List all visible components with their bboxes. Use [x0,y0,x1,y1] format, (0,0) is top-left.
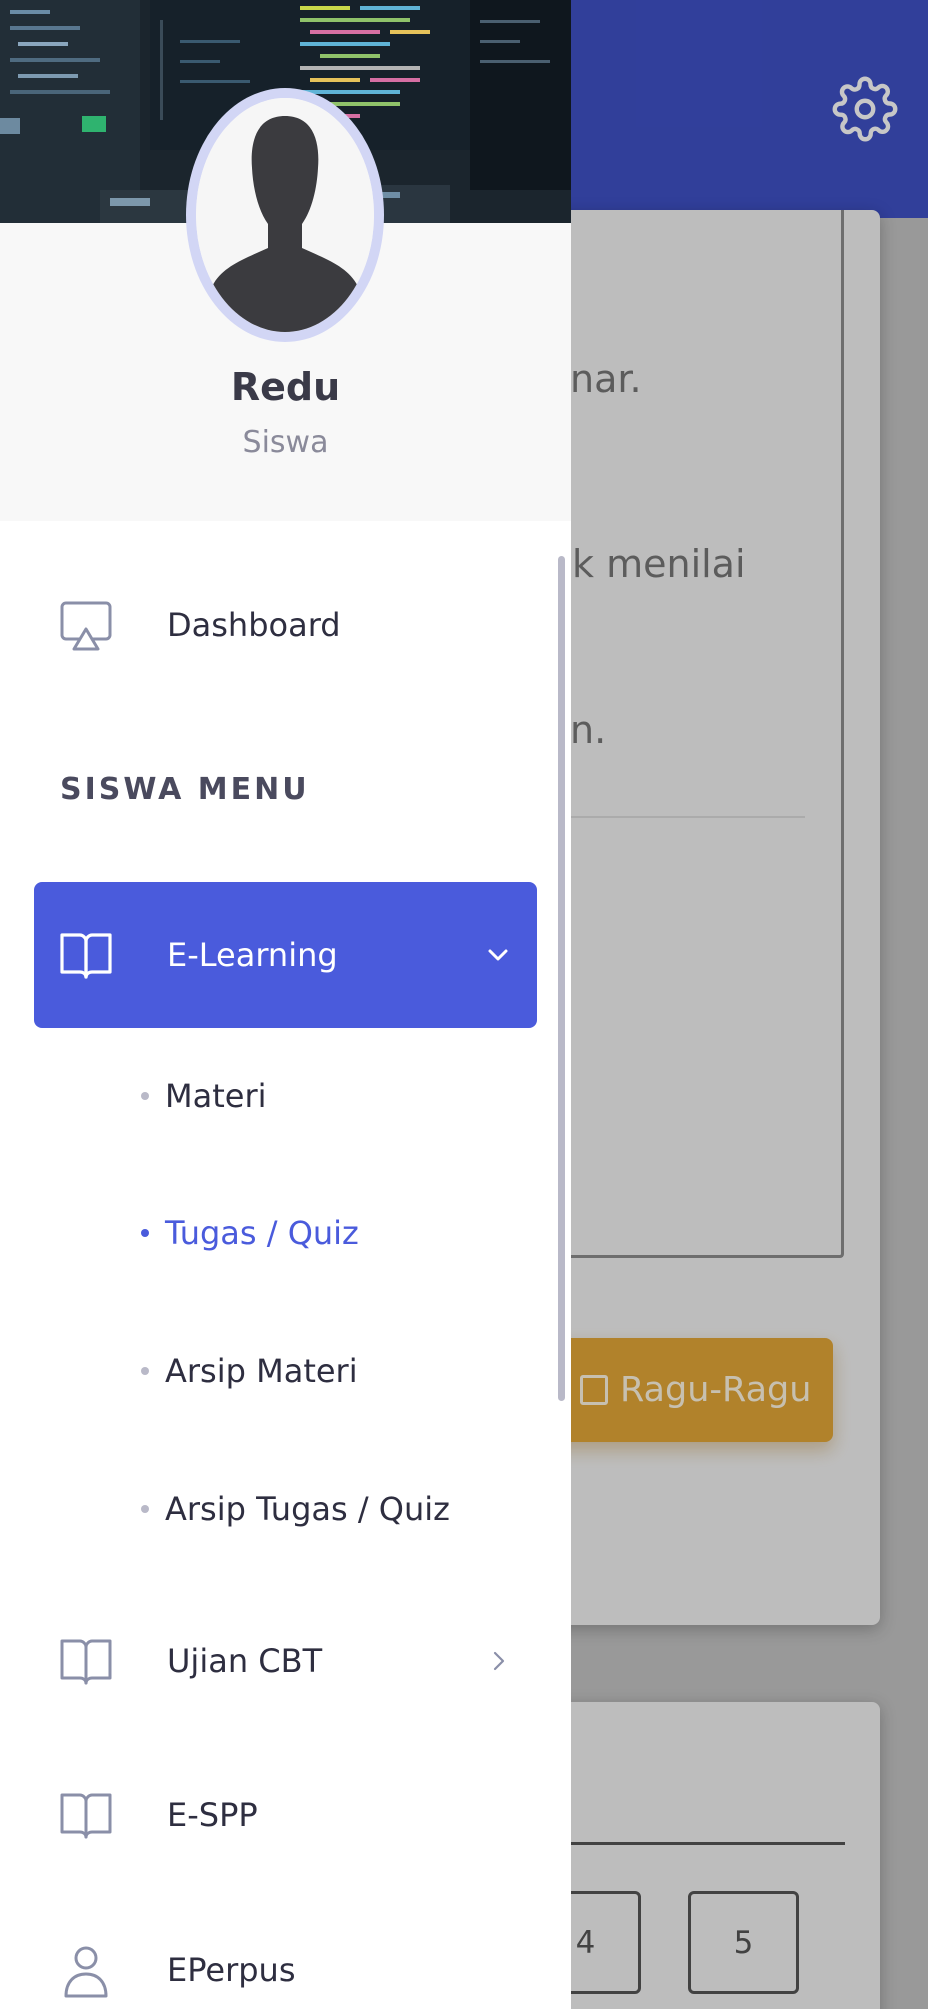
menu-item-label: E-Learning [167,936,338,974]
menu-item-label: EPerpus [167,1951,296,1989]
book-icon [58,1787,114,1843]
person-silhouette-icon [196,98,374,332]
section-heading: SISWA MENU [60,772,310,807]
menu-item-label: Ujian CBT [167,1642,323,1680]
book-open-icon [58,927,114,983]
user-icon [58,1942,114,1998]
submenu-item-label: Tugas / Quiz [165,1214,359,1252]
menu-item-label: Dashboard [167,606,341,644]
submenu-item-label: Arsip Tugas / Quiz [165,1490,450,1528]
bullet-icon [141,1505,149,1513]
bullet-icon [141,1229,149,1237]
book-icon [58,1633,114,1689]
user-role: Siswa [242,425,329,460]
menu-item-eperpus[interactable]: EPerpus [34,1897,537,2009]
navigation-drawer: Redu Siswa Dashboard SISWA MENU E-Learni… [0,0,571,2009]
submenu-item-materi[interactable]: Materi [141,1077,267,1115]
submenu-item-label: Materi [165,1077,267,1115]
avatar[interactable] [186,88,384,342]
scrollbar[interactable] [558,556,565,1401]
profile-header: Redu Siswa [0,88,571,521]
submenu-item-arsip-materi[interactable]: Arsip Materi [141,1352,358,1390]
menu-item-dashboard[interactable]: Dashboard [34,552,537,698]
submenu-item-tugas-quiz[interactable]: Tugas / Quiz [141,1214,359,1252]
submenu-item-label: Arsip Materi [165,1352,358,1390]
bullet-icon [141,1092,149,1100]
menu-item-e-spp[interactable]: E-SPP [34,1742,537,1888]
menu-item-ujian-cbt[interactable]: Ujian CBT [34,1588,537,1734]
chevron-right-icon [485,1648,511,1674]
chevron-down-icon [485,942,511,968]
user-name: Redu [230,365,341,409]
submenu-item-arsip-tugas-quiz[interactable]: Arsip Tugas / Quiz [141,1490,450,1528]
menu-item-label: E-SPP [167,1796,258,1834]
menu-item-e-learning[interactable]: E-Learning [34,882,537,1028]
bullet-icon [141,1367,149,1375]
monitor-icon [58,597,114,653]
